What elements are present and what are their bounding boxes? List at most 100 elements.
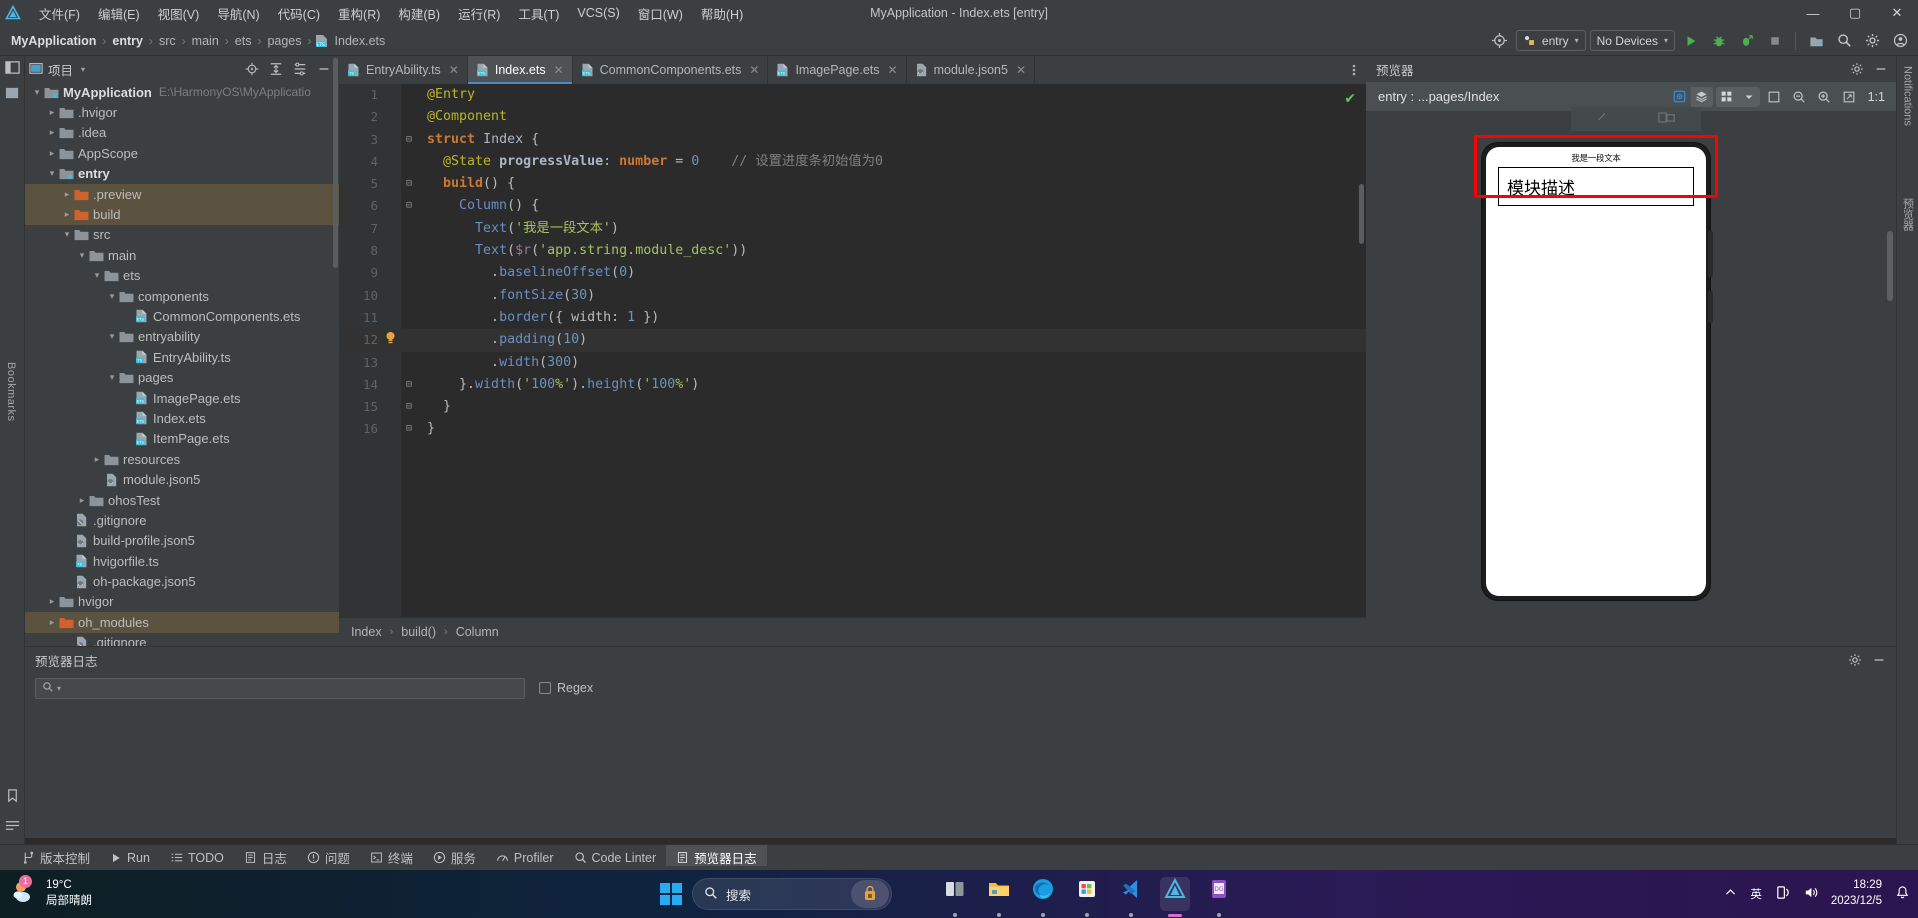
frame-icon[interactable] (1763, 87, 1785, 107)
tree-item-ohostest[interactable]: ▸ ohosTest (25, 490, 339, 510)
windows-start-icon[interactable] (660, 883, 682, 905)
menu-item-file[interactable]: 文件(F) (30, 1, 89, 26)
ime-language-indicator[interactable]: 英 (1750, 886, 1762, 902)
more-options-icon[interactable] (1342, 56, 1366, 84)
tree-item-itempage-ets[interactable]: ETS ItemPage.ets (25, 429, 339, 449)
menu-item-window[interactable]: 窗口(W) (629, 1, 692, 26)
menu-bar[interactable]: 文件(F) 编辑(E) 视图(V) 导航(N) 代码(C) 重构(R) 构建(B… (30, 1, 752, 26)
settings-icon[interactable] (1844, 649, 1866, 671)
project-tree[interactable]: ▾ MyApplication E:\HarmonyOS\MyApplicatio ▸… (25, 82, 339, 646)
stop-icon[interactable] (1763, 30, 1787, 52)
taskbar-system-tray[interactable]: 英 18:29 2023/12/5 (1724, 878, 1910, 909)
breadcrumb-item-file[interactable]: Index.ets (332, 34, 389, 48)
device-screen[interactable]: 我是一段文本 模块描述 (1486, 147, 1706, 596)
menu-item-view[interactable]: 视图(V) (149, 1, 209, 26)
code-line[interactable]: 11 .border({ width: 1 }) (339, 307, 1366, 329)
chevron-down-icon[interactable]: ▾ (31, 87, 43, 98)
breadcrumb-item-src[interactable]: src (156, 34, 179, 48)
editor-tab-commoncomponents-ets[interactable]: ETS CommonComponents.ets ✕ (573, 56, 769, 84)
code-line[interactable]: 8 Text($r('app.string.module_desc')) (339, 240, 1366, 262)
log-toolbar[interactable]: ▾ Regex (25, 673, 1896, 703)
editor-scrollbar[interactable] (1359, 184, 1364, 244)
editor-tab-entryability-ts[interactable]: TS EntryAbility.ts ✕ (339, 56, 468, 84)
breadcrumb-item-ets[interactable]: ets (232, 34, 255, 48)
locate-icon[interactable] (241, 58, 263, 80)
log-output-area[interactable] (25, 703, 1896, 838)
editor-breadcrumb-struct[interactable]: Index (351, 625, 382, 639)
previewer-scrollbar[interactable] (1887, 231, 1893, 301)
menu-item-tools[interactable]: 工具(T) (509, 1, 568, 26)
code-line[interactable]: 4 @State progressValue: number = 0 // 设置… (339, 151, 1366, 173)
chevron-right-icon[interactable]: ▸ (61, 189, 73, 200)
network-icon[interactable] (1775, 885, 1790, 903)
tree-item-entryability-ts[interactable]: TS EntryAbility.ts (25, 347, 339, 367)
tree-item-resources[interactable]: ▸ resources (25, 449, 339, 469)
device-frame-icon[interactable] (1658, 111, 1676, 127)
taskbar-search-box[interactable]: 搜索 (692, 878, 892, 910)
breadcrumb-item-pages[interactable]: pages (264, 34, 304, 48)
tree-item-preview[interactable]: ▸ .preview (25, 183, 339, 205)
code-line[interactable]: 9 .baselineOffset(0) (339, 262, 1366, 284)
project-tool-icon[interactable] (4, 60, 20, 80)
tree-item-components[interactable]: ▾ components (25, 286, 339, 306)
editor-tab-module-json5[interactable]: module.json5 ✕ (907, 56, 1036, 84)
code-line[interactable]: 5 ⊟ build() { (339, 173, 1366, 195)
account-icon[interactable] (1888, 30, 1912, 52)
code-line[interactable]: 16 ⊟} (339, 418, 1366, 440)
tree-item-commoncomponents-ets[interactable]: ETS CommonComponents.ets (25, 306, 339, 326)
close-icon[interactable]: ✕ (1016, 63, 1026, 77)
tree-item-hvigor[interactable]: ▸ .hvigor (25, 102, 339, 122)
tree-item-oh-modules[interactable]: ▸ oh_modules (25, 612, 339, 633)
tree-item-hvigor[interactable]: ▸ hvigor (25, 592, 339, 612)
maximize-button[interactable]: ▢ (1834, 0, 1876, 26)
previewer-layout-group[interactable] (1715, 86, 1760, 107)
close-icon[interactable]: ✕ (554, 63, 564, 77)
volume-icon[interactable] (1803, 885, 1818, 903)
layers-icon[interactable] (1691, 87, 1713, 107)
run-coverage-icon[interactable] (1735, 30, 1759, 52)
deveco-studio-icon[interactable] (1160, 877, 1190, 917)
minimize-button[interactable]: — (1792, 0, 1834, 26)
chevron-right-icon[interactable]: ▸ (46, 596, 58, 607)
chevron-down-icon[interactable]: ▾ (57, 684, 61, 693)
code-lines[interactable]: 1 @Entry 2 @Component 3 ⊟ struct Index {4 @Sta… (339, 84, 1366, 441)
window-controls[interactable]: — ▢ ✕ (1792, 0, 1918, 26)
chevron-up-icon[interactable] (1724, 886, 1737, 902)
taskbar-app-icons[interactable]: DG (940, 877, 1234, 917)
tree-item-main[interactable]: ▾ main (25, 245, 339, 265)
previewer-floating-controls[interactable] (1571, 107, 1701, 131)
close-button[interactable]: ✕ (1876, 0, 1918, 26)
task-view-icon[interactable] (940, 877, 970, 917)
menu-item-edit[interactable]: 编辑(E) (89, 1, 149, 26)
editor-tab-index-ets[interactable]: ETS Index.ets ✕ (467, 56, 573, 84)
chevron-down-icon[interactable]: ▾ (46, 168, 58, 179)
search-icon[interactable] (1832, 30, 1856, 52)
bottom-tab-profiler[interactable]: Profiler (486, 848, 564, 868)
tree-item-gitignore[interactable]: .gitignore (25, 510, 339, 530)
bottom-tab-code-linter[interactable]: Code Linter (564, 848, 667, 868)
code-line[interactable]: 14 ⊟ }.width('100%').height('100%') (339, 374, 1366, 396)
editor-breadcrumb[interactable]: Index › build() › Column (339, 617, 1366, 646)
tree-item-hvigorfile-ts[interactable]: TS hvigorfile.ts (25, 551, 339, 571)
commit-icon[interactable] (5, 818, 20, 838)
code-line[interactable]: 15 ⊟ } (339, 396, 1366, 418)
run-icon[interactable] (1679, 30, 1703, 52)
menu-item-run[interactable]: 运行(R) (449, 1, 509, 26)
chevron-down-icon[interactable]: ▾ (106, 372, 118, 383)
chevron-down-icon[interactable] (1738, 87, 1760, 107)
device-selector[interactable]: No Devices ▾ (1589, 30, 1675, 51)
editor-breadcrumb-column[interactable]: Column (456, 625, 499, 639)
editor-tab-imagepage-ets[interactable]: ETS ImagePage.ets ✕ (768, 56, 907, 84)
run-configuration-selector[interactable]: entry ▾ (1515, 30, 1586, 51)
zoom-in-icon[interactable] (1813, 87, 1835, 107)
code-editor[interactable]: 1 @Entry 2 @Component 3 ⊟ struct Index {4 @Sta… (339, 84, 1366, 617)
settings-icon[interactable] (1860, 30, 1884, 52)
tree-item-entryability[interactable]: ▾ entryability (25, 327, 339, 347)
code-line[interactable]: 1 @Entry (339, 84, 1366, 106)
structure-icon[interactable] (5, 86, 20, 106)
menu-item-navigate[interactable]: 导航(N) (208, 1, 268, 26)
chevron-right-icon[interactable]: ▸ (46, 107, 58, 118)
taskbar-clock[interactable]: 18:29 2023/12/5 (1831, 878, 1882, 909)
hide-panel-icon[interactable] (313, 58, 335, 80)
edge-icon[interactable] (1028, 877, 1058, 917)
